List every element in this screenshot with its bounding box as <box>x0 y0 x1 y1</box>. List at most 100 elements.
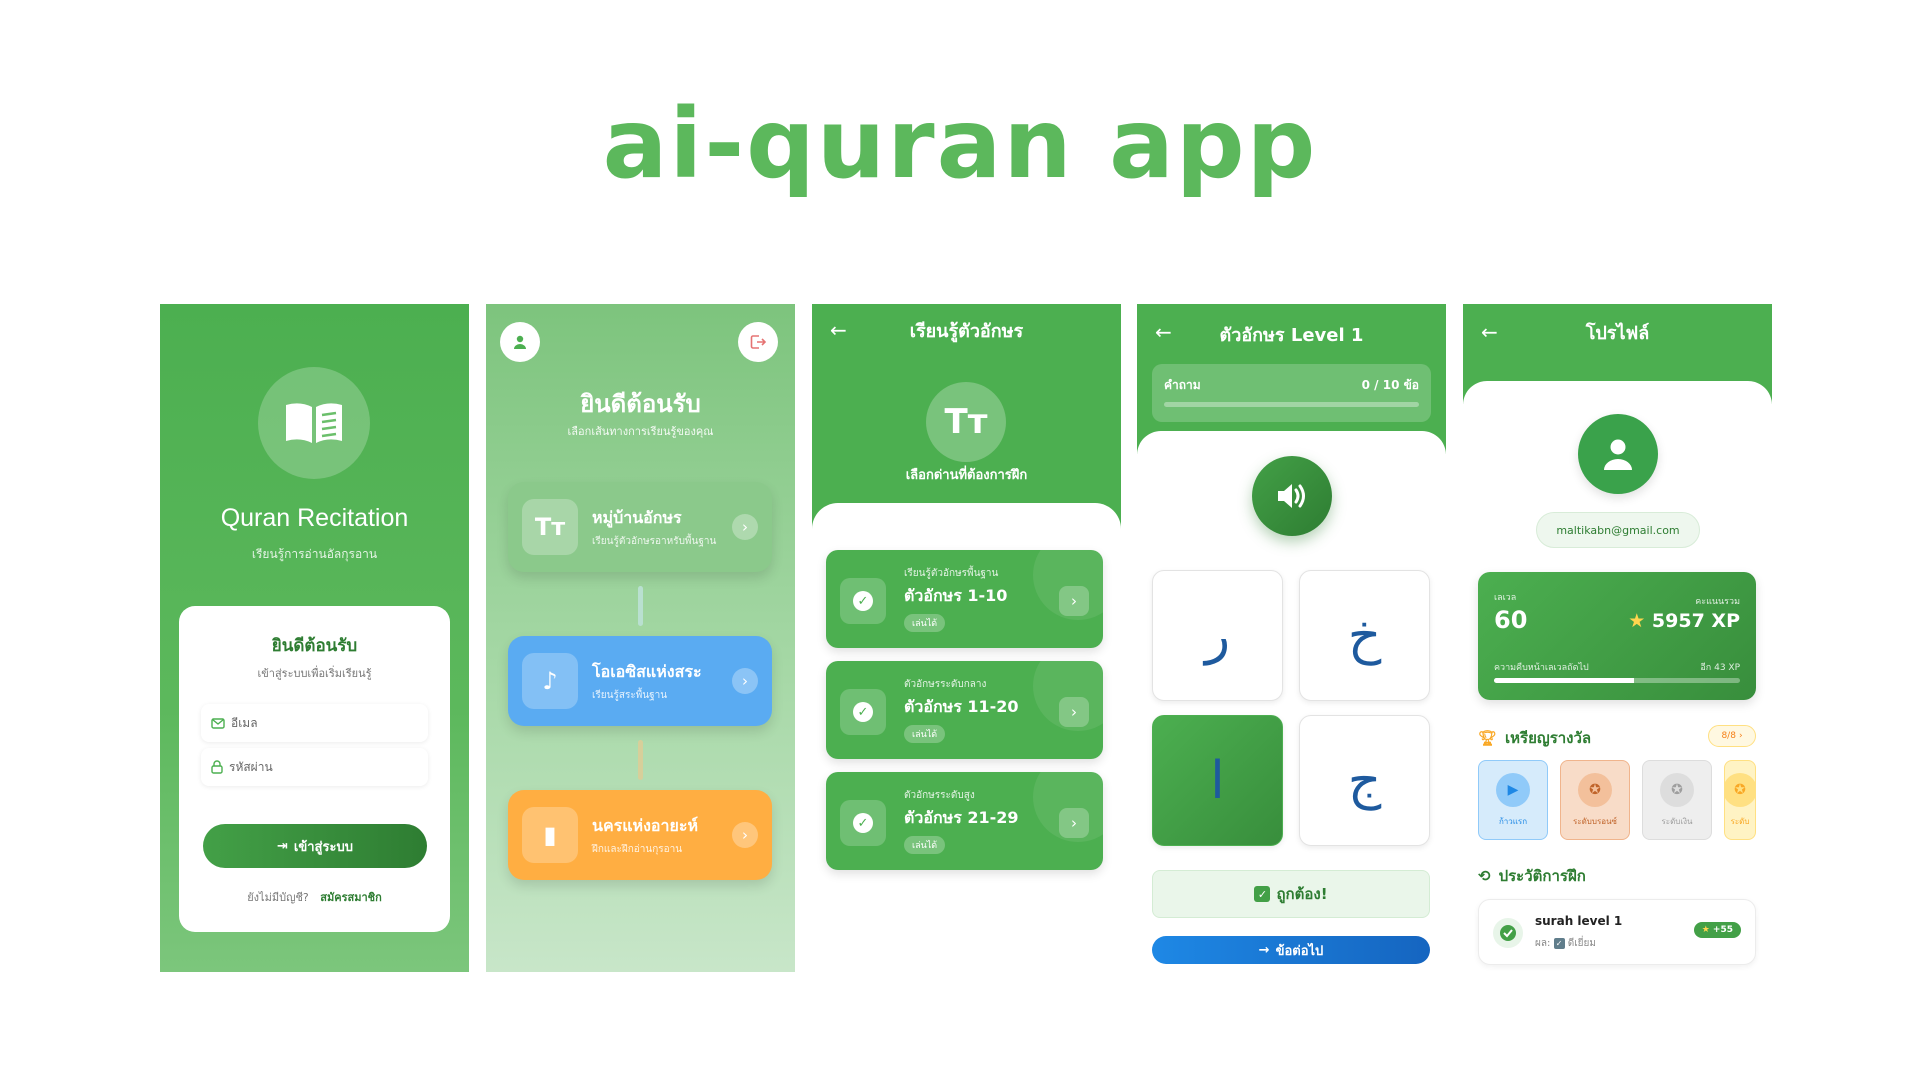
level-name: ตัวอักษร 21-29 <box>904 808 1019 827</box>
no-account-text: ยังไม่มีบัญชี? <box>247 891 309 904</box>
score-value: ★ 5957 XP <box>1628 610 1740 632</box>
logout-icon <box>750 335 767 349</box>
path-card-title: โอเอซิสแห่งสระ <box>592 662 702 681</box>
medal-icon: ▶ <box>1496 772 1530 807</box>
check-circle-icon <box>1493 918 1523 948</box>
chevron-right-icon: › <box>732 514 758 540</box>
level-difficulty: ตัวอักษรระดับกลาง <box>904 679 987 690</box>
music-note-icon: ♪ <box>522 653 578 709</box>
medal-card[interactable]: ✪ ระดับเงิน <box>1642 760 1712 840</box>
arrow-right-icon: → <box>1258 942 1270 958</box>
register-row: ยังไม่มีบัญชี? สมัครสมาชิก <box>179 888 450 906</box>
logout-button[interactable] <box>738 322 778 362</box>
trophy-icon: 🏆︎ <box>1478 729 1498 747</box>
history-result: ผล: ✓ ดีเยี่ยม <box>1535 938 1596 949</box>
chevron-right-icon: › <box>732 668 758 694</box>
password-placeholder: รหัสผ่าน <box>229 759 273 774</box>
avatar <box>1578 414 1658 494</box>
login-card-title: ยินดีต้อนรับ <box>271 636 358 656</box>
welcome-subtitle: เลือกเส้นทางการเรียนรู้ของคุณ <box>567 425 714 438</box>
medal-icon: ✪ <box>1725 772 1755 807</box>
medal-label: ระดับบรอนซ์ <box>1573 816 1617 826</box>
star-icon: ★ <box>1628 610 1646 632</box>
mail-icon <box>211 717 225 729</box>
history-item[interactable]: surah level 1 ผล: ✓ ดีเยี่ยม ★ +55 <box>1478 899 1756 965</box>
levels-screen: ← เรียนรู้ตัวอักษร Tт เลือกด่านที่ต้องกา… <box>812 304 1121 972</box>
check-circle-icon: ✓ <box>840 689 886 735</box>
chevron-right-icon: › <box>1059 586 1089 616</box>
medal-label: ระดับ <box>1730 816 1750 826</box>
medal-card[interactable]: ▶ ก้าวแรก <box>1478 760 1548 840</box>
path-card-title: นครแห่งอายะห์ <box>592 816 699 835</box>
playable-badge: เล่นได้ <box>904 725 946 743</box>
email-field[interactable]: อีเมล <box>201 704 428 742</box>
medals-count-badge[interactable]: 8/8 › <box>1708 725 1756 747</box>
path-card-desc: เรียนรู้สระพื้นฐาน <box>592 690 668 701</box>
user-icon <box>514 335 526 349</box>
speaker-icon <box>1278 484 1305 508</box>
medal-card[interactable]: ✪ ระดับบรอนซ์ <box>1560 760 1630 840</box>
medals-heading: 🏆︎ เหรียญรางวัล <box>1478 729 1592 747</box>
chevron-right-icon: › <box>732 822 758 848</box>
path-card-verses[interactable]: ▮ นครแห่งอายะห์ ฝึกและฝึกอ่านกุรอาน › <box>508 790 772 880</box>
level-progress-bar <box>1494 678 1740 683</box>
quiz-title: ตัวอักษร Level 1 <box>1219 325 1364 346</box>
profile-title: โปรไฟล์ <box>1585 323 1650 344</box>
profile-button[interactable] <box>500 322 540 362</box>
path-card-letters[interactable]: Tт หมู่บ้านอักษร เรียนรู้ตัวอักษรอาหรับพ… <box>508 482 772 572</box>
level-card[interactable]: ✓ เรียนรู้ตัวอักษรพื้นฐาน ตัวอักษร 1-10 … <box>826 550 1103 648</box>
question-progress: คำถาม 0 / 10 ข้อ <box>1152 364 1431 422</box>
play-audio-button[interactable] <box>1252 456 1332 536</box>
medal-card[interactable]: ✪ ระดับ <box>1724 760 1756 840</box>
level-difficulty: เรียนรู้ตัวอักษรพื้นฐาน <box>904 568 999 579</box>
playable-badge: เล่นได้ <box>904 614 946 632</box>
lock-icon <box>211 760 223 774</box>
checkbox-icon: ✓ <box>1254 886 1271 902</box>
feedback-text: ถูกต้อง! <box>1276 885 1328 903</box>
level-progress-label: ความคืบหน้าเลเวลถัดไป <box>1494 663 1589 673</box>
path-connector <box>638 586 643 626</box>
xp-remaining: อีก 43 XP <box>1700 663 1740 673</box>
path-connector <box>638 740 643 780</box>
chevron-right-icon: › <box>1059 808 1089 838</box>
quiz-screen: ← ตัวอักษร Level 1 คำถาม 0 / 10 ข้อ ر خ … <box>1137 304 1446 972</box>
playable-badge: เล่นได้ <box>904 836 946 854</box>
next-question-button[interactable]: → ข้อต่อไป <box>1152 936 1430 964</box>
medal-icon: ✪ <box>1578 772 1612 807</box>
login-button[interactable]: ⇥ เข้าสู่ระบบ <box>203 824 427 868</box>
level-difficulty: ตัวอักษรระดับสูง <box>904 790 975 801</box>
check-circle-icon: ✓ <box>840 800 886 846</box>
history-icon: ⟲ <box>1478 867 1491 885</box>
profile-header: ← โปรไฟล์ <box>1463 304 1772 405</box>
password-field[interactable]: รหัสผ่าน <box>201 748 428 786</box>
answer-option[interactable]: ر <box>1152 570 1283 701</box>
next-label: ข้อต่อไป <box>1275 943 1324 959</box>
email-placeholder: อีเมล <box>231 715 258 730</box>
levels-prompt: เลือกด่านที่ต้องการฝึก <box>905 468 1028 483</box>
text-size-icon: Tт <box>926 382 1006 462</box>
path-card-vowels[interactable]: ♪ โอเอซิสแห่งสระ เรียนรู้สระพื้นฐาน › <box>508 636 772 726</box>
checkbox-icon: ✓ <box>1553 938 1565 949</box>
login-card: ยินดีต้อนรับ เข้าสู่ระบบเพื่อเริ่มเรียนร… <box>179 606 450 932</box>
register-link[interactable]: สมัครสมาชิก <box>320 891 382 904</box>
level-card[interactable]: ✓ ตัวอักษรระดับกลาง ตัวอักษร 11-20 เล่นไ… <box>826 661 1103 759</box>
question-progress-bar <box>1164 402 1419 407</box>
login-label: เข้าสู่ระบบ <box>293 839 353 855</box>
xp-badge: ★ +55 <box>1693 922 1741 938</box>
medal-label: ระดับเงิน <box>1661 816 1693 826</box>
answer-option-selected[interactable]: ا <box>1152 715 1283 846</box>
question-count: 0 / 10 ข้อ <box>1361 378 1419 392</box>
page-title: ai-quran app <box>602 88 1318 200</box>
medal-label: ก้าวแรก <box>1498 816 1528 826</box>
book-icon: ▮ <box>522 807 578 863</box>
answer-option[interactable]: خ <box>1299 570 1430 701</box>
home-screen: ยินดีต้อนรับ เลือกเส้นทางการเรียนรู้ของค… <box>486 304 795 972</box>
stats-card: เลเวล 60 คะแนนรวม ★ 5957 XP ความคืบหน้าเ… <box>1478 572 1756 700</box>
history-heading: ⟲ ประวัติการฝึก <box>1478 867 1586 885</box>
score-label: คะแนนรวม <box>1695 597 1740 607</box>
answer-option[interactable]: ج <box>1299 715 1430 846</box>
profile-screen: ← โปรไฟล์ maltikabn@gmail.com เลเวล 60 ค… <box>1463 304 1772 972</box>
level-card[interactable]: ✓ ตัวอักษรระดับสูง ตัวอักษร 21-29 เล่นได… <box>826 772 1103 870</box>
login-icon: ⇥ <box>277 838 288 854</box>
level-label: เลเวล <box>1494 593 1517 603</box>
